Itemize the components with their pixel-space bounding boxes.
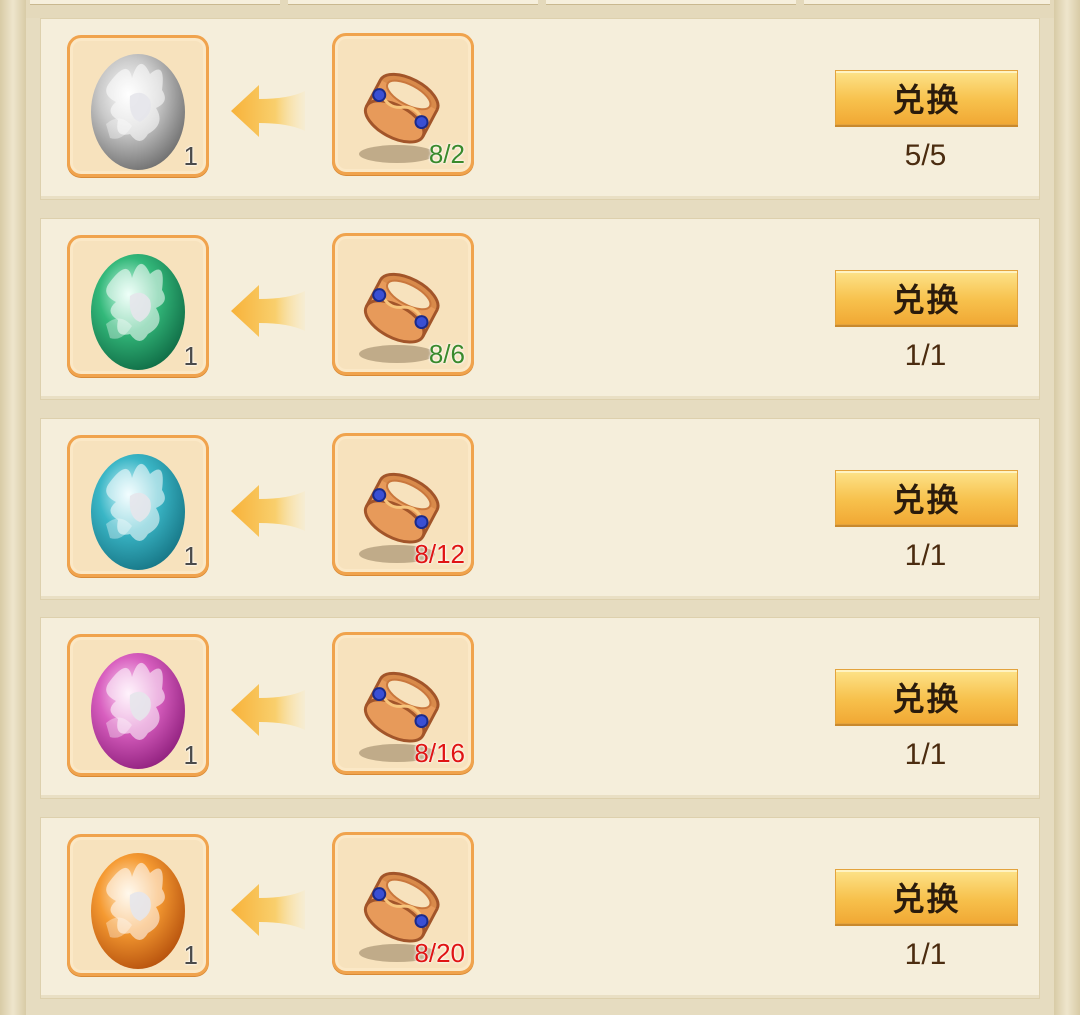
cost-progress: 8/20 xyxy=(414,938,465,968)
tab-stub-3[interactable] xyxy=(546,0,796,5)
exchange-row-5: 1 8/20 兑换 1/1 xyxy=(40,817,1040,999)
reward-quantity: 1 xyxy=(183,940,198,970)
reward-slot[interactable]: 1 xyxy=(67,435,209,577)
reward-slot[interactable]: 1 xyxy=(67,235,209,377)
reward-slot[interactable]: 1 xyxy=(67,834,209,976)
tab-stub-4[interactable] xyxy=(804,0,1050,5)
tab-stub-2[interactable] xyxy=(288,0,538,5)
exchange-remaining-count: 1/1 xyxy=(904,539,947,572)
tab-strip xyxy=(26,0,1054,18)
exchange-arrow-icon xyxy=(231,85,305,137)
exchange-row-3: 1 8/12 兑换 1/1 xyxy=(40,418,1040,600)
exchange-arrow-icon xyxy=(231,285,305,337)
cost-slot[interactable]: 8/12 xyxy=(332,433,474,575)
panel-left-border xyxy=(0,0,26,1015)
exchange-panel: 1 8/2 兑换 5/5 1 8/6 兑换 1/1 1 8/12 兑换 1/1 … xyxy=(0,0,1080,1015)
exchange-arrow-icon xyxy=(231,884,305,936)
tab-stub-1[interactable] xyxy=(30,0,280,5)
exchange-button[interactable]: 兑换 xyxy=(835,270,1018,325)
exchange-button[interactable]: 兑换 xyxy=(835,70,1018,125)
cost-slot[interactable]: 8/20 xyxy=(332,832,474,974)
reward-quantity: 1 xyxy=(183,541,198,571)
cost-slot[interactable]: 8/2 xyxy=(332,33,474,175)
exchange-remaining-count: 1/1 xyxy=(904,938,947,971)
exchange-arrow-icon xyxy=(231,684,305,736)
reward-slot[interactable]: 1 xyxy=(67,35,209,177)
reward-quantity: 1 xyxy=(183,141,198,171)
exchange-row-1: 1 8/2 兑换 5/5 xyxy=(40,18,1040,200)
exchange-remaining-count: 1/1 xyxy=(904,738,947,771)
exchange-button[interactable]: 兑换 xyxy=(835,470,1018,525)
cost-slot[interactable]: 8/16 xyxy=(332,632,474,774)
exchange-row-2: 1 8/6 兑换 1/1 xyxy=(40,218,1040,400)
reward-quantity: 1 xyxy=(183,740,198,770)
exchange-button[interactable]: 兑换 xyxy=(835,869,1018,924)
exchange-remaining-count: 1/1 xyxy=(904,339,947,372)
panel-right-border xyxy=(1054,0,1080,1015)
reward-slot[interactable]: 1 xyxy=(67,634,209,776)
cost-progress: 8/2 xyxy=(428,139,465,169)
exchange-button[interactable]: 兑换 xyxy=(835,669,1018,724)
exchange-remaining-count: 5/5 xyxy=(904,139,947,172)
exchange-row-4: 1 8/16 兑换 1/1 xyxy=(40,617,1040,799)
cost-progress: 8/6 xyxy=(428,339,465,369)
cost-slot[interactable]: 8/6 xyxy=(332,233,474,375)
cost-progress: 8/12 xyxy=(414,539,465,569)
cost-progress: 8/16 xyxy=(414,738,465,768)
reward-quantity: 1 xyxy=(183,341,198,371)
exchange-arrow-icon xyxy=(231,485,305,537)
